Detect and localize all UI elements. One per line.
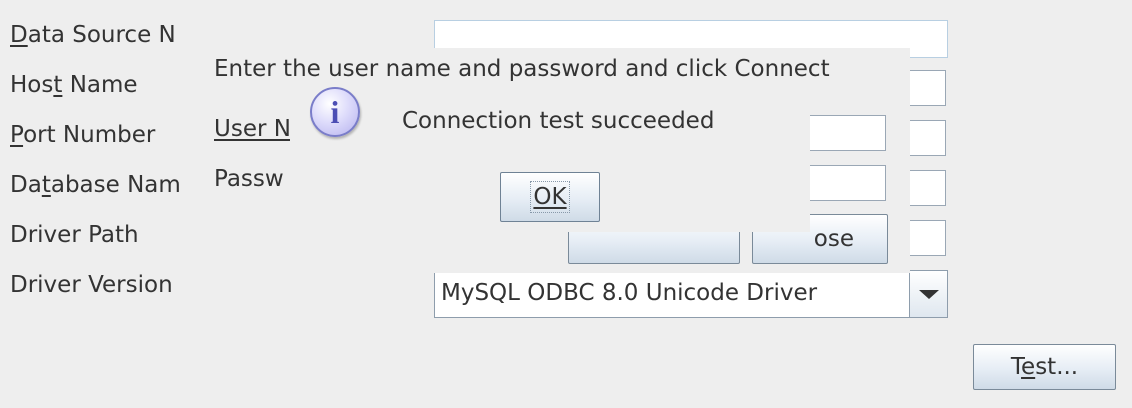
database-name-label: Database Nam <box>10 172 181 198</box>
port-number-field[interactable] <box>908 120 946 156</box>
ok-button[interactable]: OK <box>500 172 600 222</box>
port-number-label: Port Number <box>10 122 156 148</box>
driver-path-label: Driver Path <box>10 222 139 248</box>
user-name-label: User N <box>214 116 291 142</box>
host-name-label: Host Name <box>10 72 138 98</box>
message-text: Connection test succeeded <box>402 108 715 134</box>
port-number-mnemonic: P <box>10 122 24 148</box>
driver-path-field[interactable] <box>908 220 946 256</box>
login-instruction: Enter the user name and password and cli… <box>214 56 830 82</box>
host-name-mnemonic: t <box>53 72 63 98</box>
test-button[interactable]: Test... <box>973 344 1116 390</box>
data-source-name-text: ata Source N <box>27 22 176 48</box>
driver-version-value: MySQL ODBC 8.0 Unicode Driver <box>441 280 818 306</box>
ok-button-label: OK <box>530 181 570 213</box>
password-label: Passw <box>214 166 284 192</box>
driver-version-label: Driver Version <box>10 272 173 298</box>
database-name-mnemonic: t <box>41 172 51 198</box>
test-button-mnemonic: e <box>1021 354 1036 380</box>
driver-version-combobox[interactable]: MySQL ODBC 8.0 Unicode Driver <box>434 270 948 318</box>
host-name-field[interactable] <box>908 70 946 106</box>
info-icon: i <box>310 87 360 137</box>
data-source-name-label: Data Source N <box>10 22 176 48</box>
data-source-name-mnemonic: D <box>10 22 28 48</box>
database-name-field[interactable] <box>908 170 946 206</box>
close-button-label: ose <box>813 226 854 252</box>
chevron-down-icon[interactable] <box>909 271 947 317</box>
